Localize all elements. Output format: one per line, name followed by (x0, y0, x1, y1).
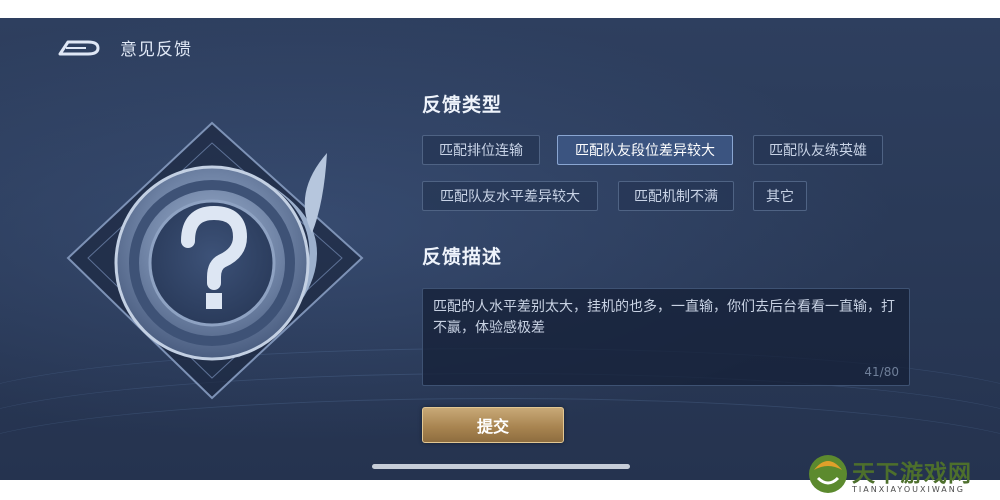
watermark-name: 天下游戏网 (852, 461, 972, 487)
feedback-type-option[interactable]: 匹配队友水平差异较大 (422, 181, 598, 211)
feedback-type-title: 反馈类型 (422, 94, 503, 116)
feedback-description-text: 匹配的人水平差别太大，挂机的也多，一直输，你们去后台看看一直输，打不赢，体验感极… (433, 299, 895, 336)
feedback-screen: 意见反馈 反馈类型 匹配排位连输 匹配队友段位差异较大 匹配队友练英雄 匹配队友… (0, 18, 1000, 480)
submit-button[interactable]: 提交 (422, 407, 564, 443)
question-mark-emblem-icon (66, 121, 364, 400)
char-counter: 41/80 (864, 365, 899, 379)
back-arrow-icon (58, 40, 100, 56)
feedback-type-option[interactable]: 匹配排位连输 (422, 135, 540, 165)
back-button[interactable] (58, 34, 102, 60)
site-watermark: 天下游戏网 TIANXIAYOUXIWANG (806, 448, 996, 498)
feedback-type-option[interactable]: 匹配队友练英雄 (753, 135, 883, 165)
feedback-type-option-selected[interactable]: 匹配队友段位差异较大 (557, 135, 733, 165)
page-title: 意见反馈 (120, 39, 192, 60)
watermark-sub: TIANXIAYOUXIWANG (852, 485, 965, 494)
watermark-logo-icon (809, 455, 847, 493)
feedback-type-option[interactable]: 其它 (753, 181, 807, 211)
feedback-type-option[interactable]: 匹配机制不满 (618, 181, 734, 211)
feedback-description-input[interactable]: 匹配的人水平差别太大，挂机的也多，一直输，你们去后台看看一直输，打不赢，体验感极… (422, 288, 910, 386)
home-indicator[interactable] (372, 464, 630, 469)
header: 意见反馈 (58, 34, 192, 60)
feedback-desc-title: 反馈描述 (422, 246, 503, 268)
